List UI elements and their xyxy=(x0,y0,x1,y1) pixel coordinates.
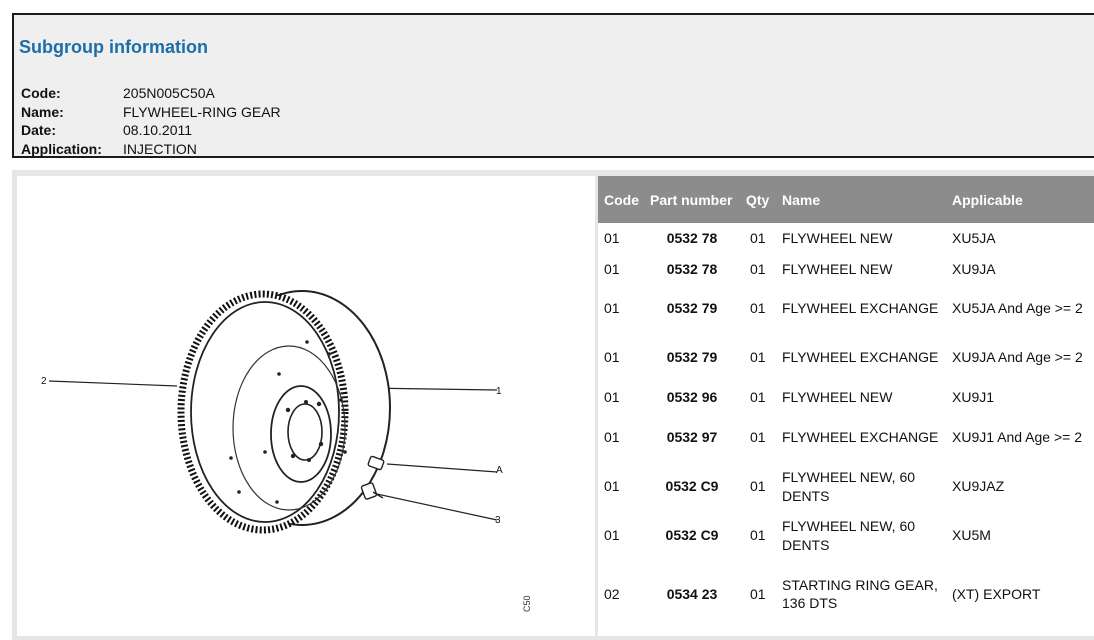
cell-qty: 01 xyxy=(750,585,766,602)
cell-qty: 01 xyxy=(750,230,766,247)
field-date: Date: 08.10.2011 xyxy=(21,121,281,140)
callout-2: 2 xyxy=(41,376,47,387)
cell-name: FLYWHEEL EXCHANGE xyxy=(782,429,939,446)
cell-part-number[interactable]: 0532 79 xyxy=(644,284,740,333)
field-application: Application: INJECTION xyxy=(21,140,281,159)
parts-table-panel: Code Part number Qty Name Applicable 01 … xyxy=(598,176,1094,636)
cell-name: FLYWHEEL NEW, 60 DENTS xyxy=(782,469,916,504)
table-row[interactable]: 01 0532 79 01 FLYWHEEL EXCHANGE XU9JA An… xyxy=(598,333,1094,382)
col-header-applicable[interactable]: Applicable xyxy=(946,176,1094,223)
cell-name: FLYWHEEL NEW, 60 DENTS xyxy=(782,518,916,553)
table-row[interactable]: 02 0534 23 01 STARTING RING GEAR, 136 DT… xyxy=(598,560,1094,628)
subgroup-info-panel: Subgroup information Code: 205N005C50A N… xyxy=(12,13,1094,158)
cell-code: 01 xyxy=(604,389,620,406)
field-value: 205N005C50A xyxy=(123,85,215,101)
cell-applicable: XU9J1 xyxy=(952,389,995,406)
cell-applicable: XU9JA And Age >= 2 xyxy=(952,349,1083,366)
col-header-code[interactable]: Code xyxy=(598,176,644,223)
cell-part-number[interactable]: 0532 78 xyxy=(644,254,740,284)
cell-name: FLYWHEEL EXCHANGE xyxy=(782,300,939,317)
cell-code: 01 xyxy=(604,260,620,277)
cell-code: 01 xyxy=(604,478,620,495)
cell-qty: 01 xyxy=(750,527,766,544)
cell-applicable: XU9JAZ xyxy=(952,478,1005,495)
cell-applicable: XU5JA xyxy=(952,230,996,247)
cell-code: 01 xyxy=(604,527,620,544)
cell-name: STARTING RING GEAR, 136 DTS xyxy=(782,576,938,612)
col-header-qty[interactable]: Qty xyxy=(740,176,776,223)
cell-code: 01 xyxy=(604,349,620,366)
drawing-reference-code: C50 xyxy=(522,595,532,612)
cell-part-number[interactable]: 0532 C9 xyxy=(644,462,740,511)
cell-code: 01 xyxy=(604,230,620,247)
cell-applicable: XU9J1 And Age >= 2 xyxy=(952,429,1082,446)
cell-applicable: (XT) EXPORT xyxy=(952,585,1041,602)
field-label: Code: xyxy=(21,85,61,101)
table-row[interactable]: 01 0532 78 01 FLYWHEEL NEW XU9JA xyxy=(598,254,1094,284)
cell-qty: 01 xyxy=(750,429,766,446)
table-row[interactable]: 01 0532 78 01 FLYWHEEL NEW XU5JA xyxy=(598,223,1094,254)
parts-table-header: Code Part number Qty Name Applicable xyxy=(598,176,1094,223)
cell-part-number[interactable]: 0532 C9 xyxy=(644,511,740,560)
leader-line-a xyxy=(386,463,498,473)
field-value: FLYWHEEL-RING GEAR xyxy=(123,103,281,120)
callout-1: 1 xyxy=(496,386,502,397)
field-code: Code: 205N005C50A xyxy=(21,84,281,103)
table-row[interactable]: 01 0532 96 01 FLYWHEEL NEW XU9J1 xyxy=(598,382,1094,413)
cell-part-number[interactable]: 0534 23 xyxy=(644,560,740,628)
subgroup-title: Subgroup information xyxy=(19,37,208,57)
flywheel-drawing: 2 1 A 3 xyxy=(41,290,503,534)
table-row[interactable]: 01 0532 79 01 FLYWHEEL EXCHANGE XU5JA An… xyxy=(598,284,1094,333)
field-label: Application: xyxy=(21,140,102,157)
leader-line-3 xyxy=(376,493,498,521)
table-row[interactable]: 01 0532 C9 01 FLYWHEEL NEW, 60 DENTS XU5… xyxy=(598,511,1094,560)
subgroup-fields: Code: 205N005C50A Name: FLYWHEEL-RING GE… xyxy=(21,84,281,158)
cell-part-number[interactable]: 0532 78 xyxy=(644,223,740,254)
parts-diagram[interactable]: 2 1 A 3 xyxy=(17,176,595,636)
field-value: 08.10.2011 xyxy=(123,122,193,138)
cell-qty: 01 xyxy=(750,349,766,366)
cell-code: 01 xyxy=(604,429,620,446)
parts-table: Code Part number Qty Name Applicable 01 … xyxy=(598,176,1094,628)
cell-part-number[interactable]: 0532 97 xyxy=(644,413,740,462)
field-name: Name: FLYWHEEL-RING GEAR xyxy=(21,103,281,122)
cell-part-number[interactable]: 0532 79 xyxy=(644,333,740,382)
leader-line-2 xyxy=(48,380,178,387)
cell-applicable: XU9JA xyxy=(952,260,996,277)
cell-applicable: XU5M xyxy=(952,527,991,544)
cell-name: FLYWHEEL NEW xyxy=(782,389,893,406)
cell-qty: 01 xyxy=(750,478,766,495)
cell-name: FLYWHEEL NEW xyxy=(782,260,893,277)
cell-name: FLYWHEEL NEW xyxy=(782,230,893,247)
cell-code: 02 xyxy=(604,585,620,602)
cell-part-number[interactable]: 0532 96 xyxy=(644,382,740,413)
callout-3: 3 xyxy=(495,515,501,526)
cell-qty: 01 xyxy=(750,300,766,317)
cell-qty: 01 xyxy=(750,389,766,406)
flywheel-bolt xyxy=(360,482,384,500)
cell-qty: 01 xyxy=(750,260,766,277)
cell-applicable: XU5JA And Age >= 2 xyxy=(952,300,1083,317)
col-header-part-number[interactable]: Part number xyxy=(644,176,740,223)
callout-a: A xyxy=(496,465,503,476)
field-label: Date: xyxy=(21,122,57,138)
cell-code: 01 xyxy=(604,300,620,317)
table-row[interactable]: 01 0532 97 01 FLYWHEEL EXCHANGE XU9J1 An… xyxy=(598,413,1094,462)
cell-name: FLYWHEEL EXCHANGE xyxy=(782,349,939,366)
col-header-name[interactable]: Name xyxy=(776,176,946,223)
field-value: INJECTION xyxy=(123,140,197,157)
table-row[interactable]: 01 0532 C9 01 FLYWHEEL NEW, 60 DENTS XU9… xyxy=(598,462,1094,511)
field-label: Name: xyxy=(21,103,64,120)
